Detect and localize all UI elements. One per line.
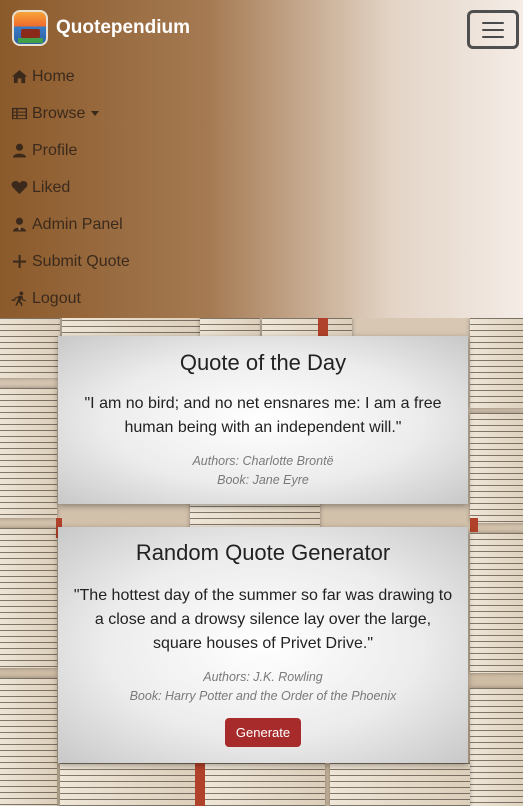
quote-authors: Authors: J.K. Rowling [203,670,323,684]
nav-item-profile[interactable]: Profile [10,132,130,169]
nav-item-label: Admin Panel [32,215,123,233]
home-icon [10,69,28,85]
quotependium-logo-icon [12,10,48,46]
heart-icon [10,180,28,196]
nav-menu: Home Browse Profile Liked Admin Panel Su… [10,58,130,317]
nav-item-label: Home [32,67,75,85]
list-icon [10,106,28,122]
card-title: Random Quote Generator [135,540,391,565]
user-icon [10,143,28,159]
nav-item-submit-quote[interactable]: Submit Quote [10,243,130,280]
nav-item-label: Profile [32,141,78,159]
quote-text: "I am no bird; and no net ensnares me: I… [84,395,442,436]
quote-book: Book: Jane Eyre [217,473,309,487]
nav-item-label: Liked [32,178,71,196]
navbar: Quotependium Home Browse Profile Liked A… [0,0,523,318]
plus-icon [10,254,28,270]
nav-item-label: Submit Quote [32,252,130,270]
nav-item-admin-panel[interactable]: Admin Panel [10,206,130,243]
nav-item-browse[interactable]: Browse [10,95,130,132]
brand-name: Quotependium [56,17,191,38]
logout-icon [10,291,28,307]
chevron-down-icon [91,111,100,116]
nav-item-home[interactable]: Home [10,58,130,95]
quote-authors: Authors: Charlotte Brontë [192,454,334,468]
nav-item-label: Browse [32,104,86,122]
quote-book: Book: Harry Potter and the Order of the … [129,689,397,703]
card-title: Quote of the Day [179,350,347,375]
brand[interactable]: Quotependium [12,10,190,46]
navbar-toggle-button[interactable] [467,10,519,49]
admin-user-icon [10,217,28,233]
quote-of-the-day-card: Quote of the Day "I am no bird; and no n… [58,336,468,504]
hamburger-icon [482,21,504,24]
nav-item-logout[interactable]: Logout [10,280,130,317]
random-quote-generator-card: Random Quote Generator "The hottest day … [58,527,468,763]
nav-item-liked[interactable]: Liked [10,169,130,206]
generate-button[interactable]: Generate [224,718,302,747]
nav-item-label: Logout [32,289,81,307]
quote-text: "The hottest day of the summer so far wa… [73,587,453,652]
